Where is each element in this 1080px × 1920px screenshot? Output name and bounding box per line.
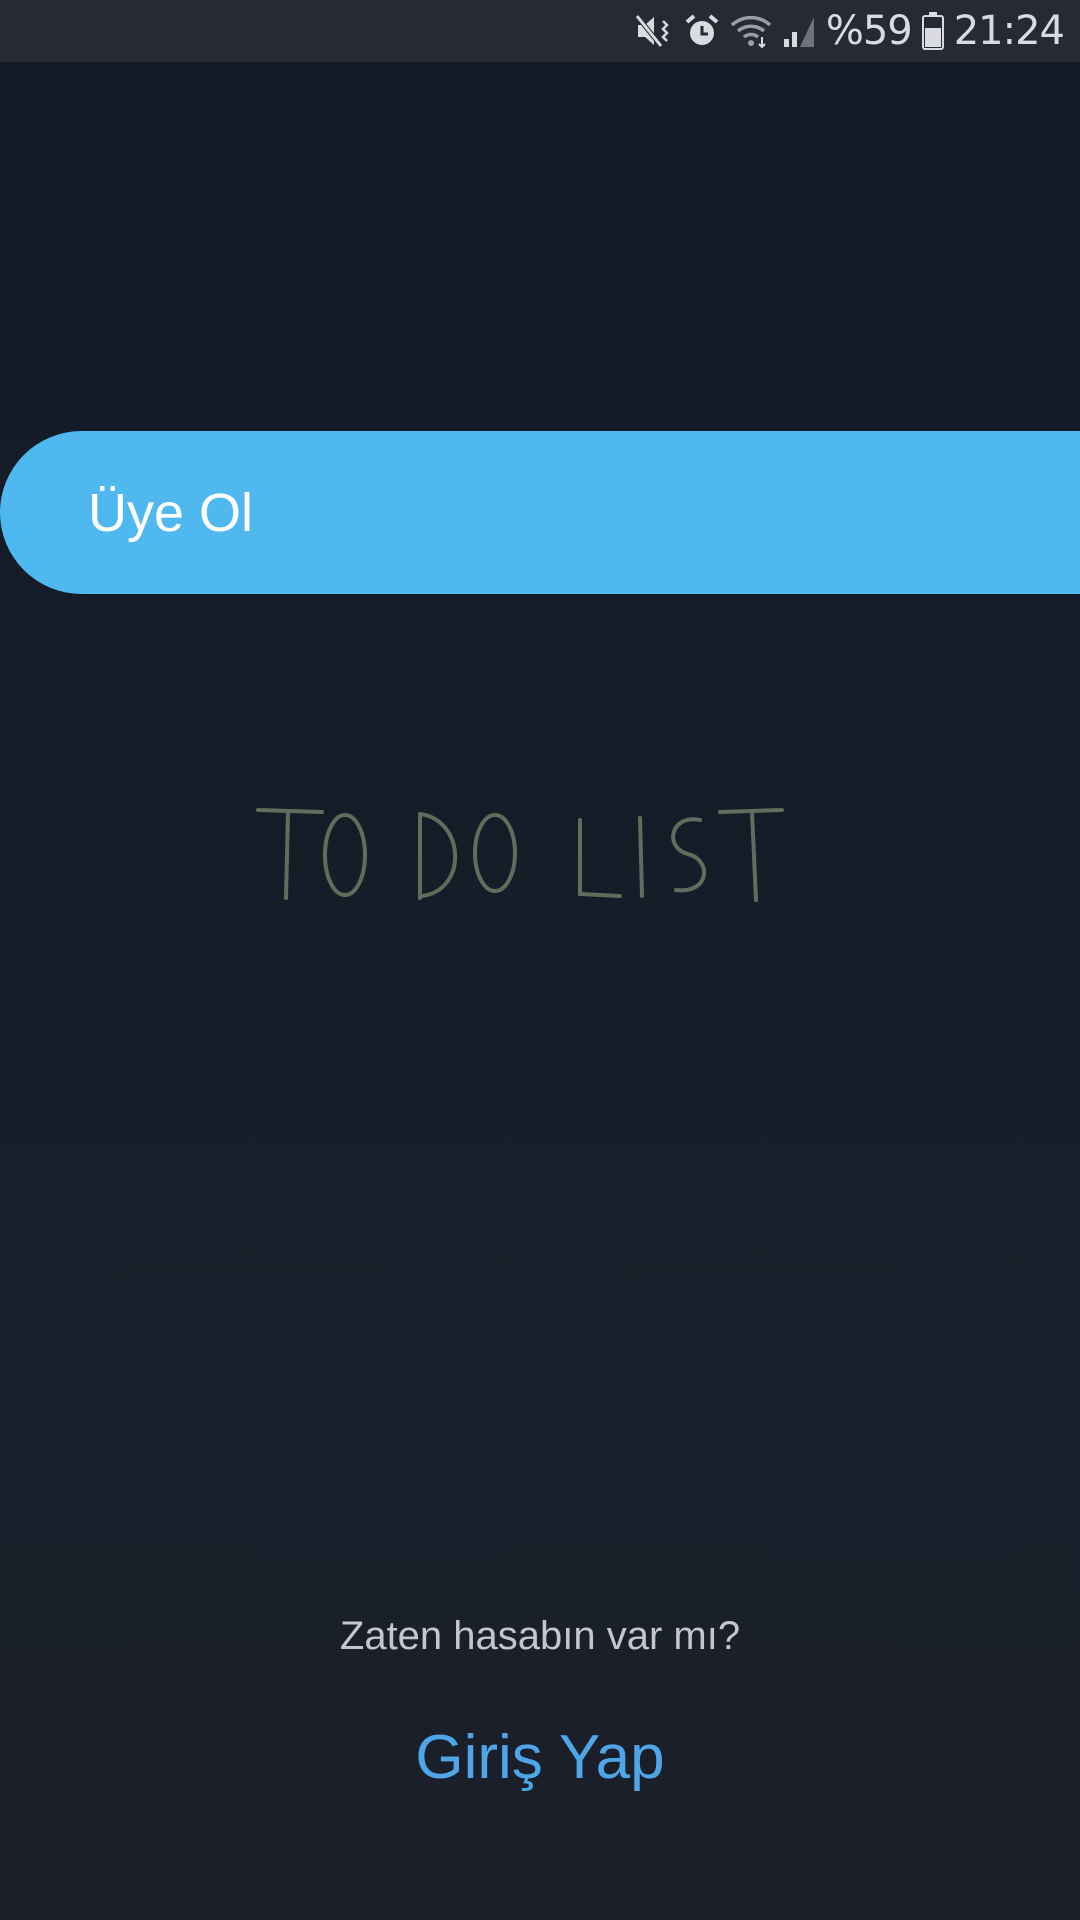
wifi-icon [730, 13, 772, 49]
have-account-prompt: Zaten hasabın var mı? [339, 1614, 741, 1658]
alarm-icon [684, 13, 720, 49]
signup-button-label: Üye Ol [88, 482, 254, 543]
status-icons: %59 21:24 [634, 0, 1065, 62]
battery-percent: %59 [825, 8, 913, 54]
signup-screen: %59 21:24 Üye Ol Zaten hasabın var mı? G… [0, 0, 1080, 1920]
status-bar: %59 21:24 [0, 0, 1080, 62]
signup-button[interactable]: Üye Ol [0, 431, 1080, 594]
signal-icon [782, 13, 816, 49]
todo-list-logo-image [256, 808, 784, 902]
todo-list-logo [250, 790, 790, 910]
login-link[interactable]: Giriş Yap [0, 1722, 1080, 1793]
battery-icon [921, 12, 944, 50]
clock: 21:24 [953, 8, 1065, 54]
mute-vibrate-icon [634, 13, 674, 49]
